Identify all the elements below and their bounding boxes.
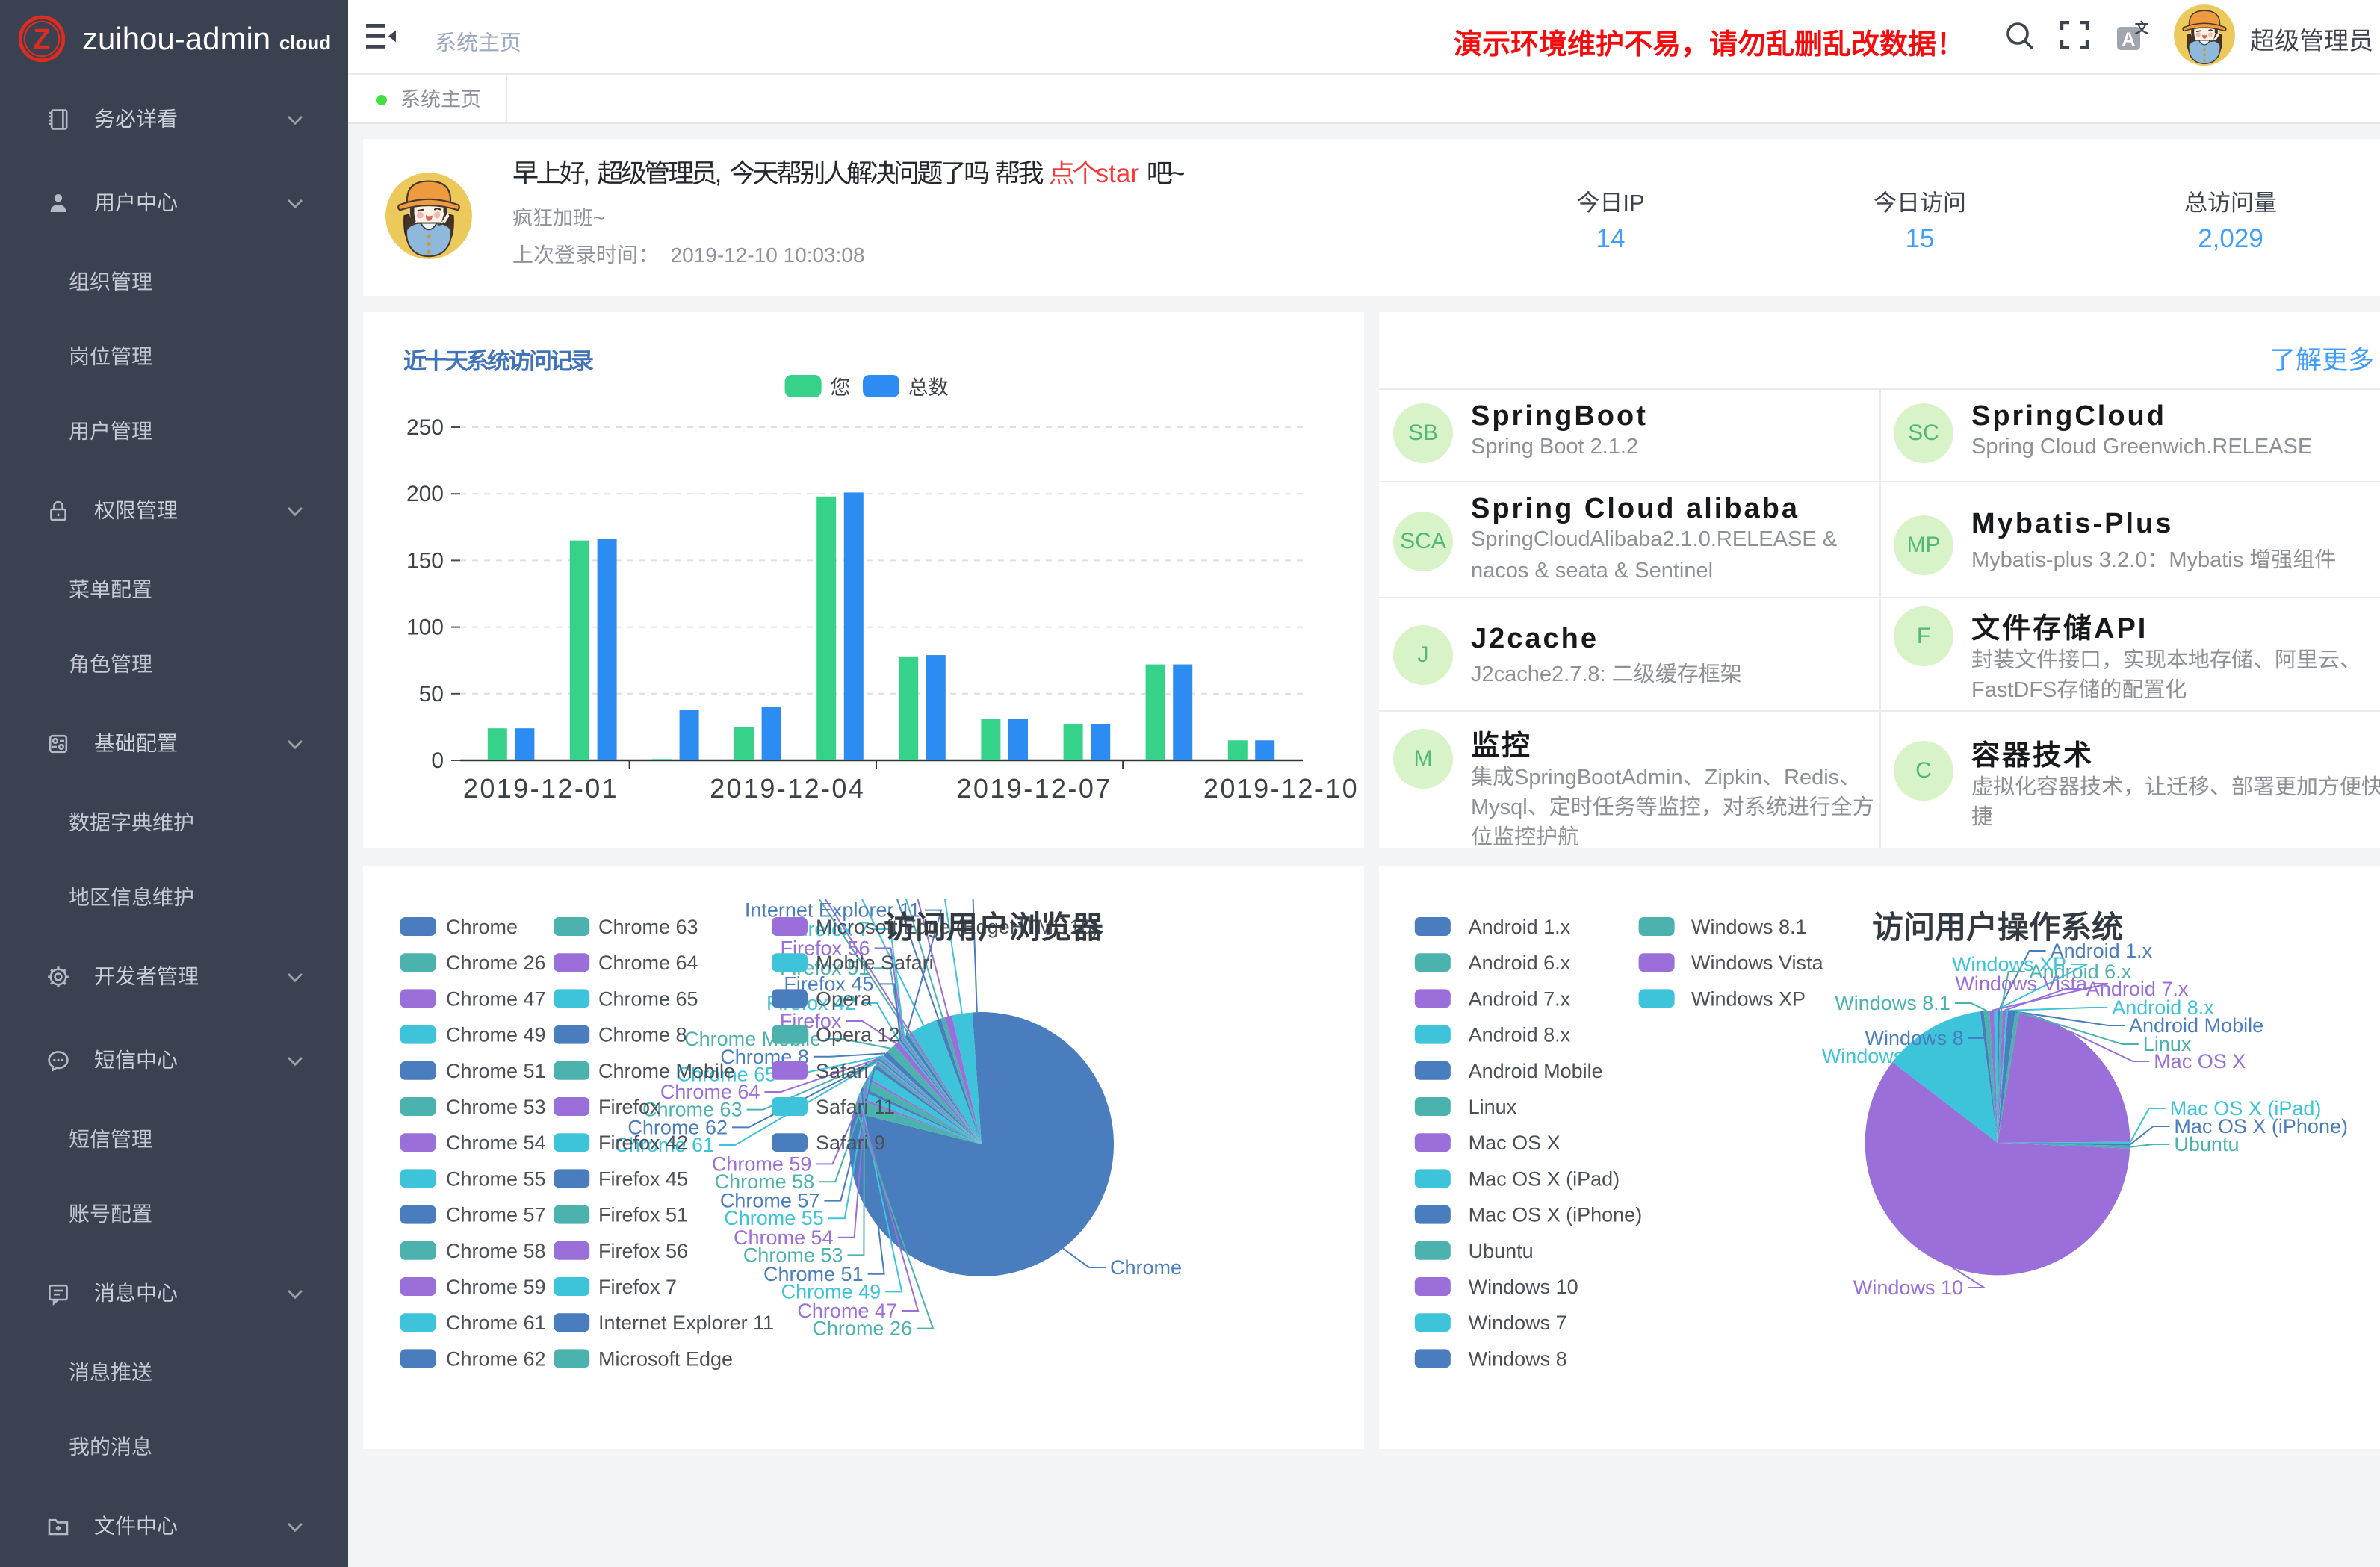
svg-text:Windows 8.1: Windows 8.1	[1691, 916, 1807, 938]
svg-text:Mac OS X (iPad): Mac OS X (iPad)	[1469, 1167, 1620, 1190]
svg-text:Safari 9: Safari 9	[816, 1132, 885, 1154]
svg-text:Safari: Safari	[816, 1060, 869, 1082]
svg-text:2019-12-07: 2019-12-07	[957, 773, 1112, 804]
svg-text:150: 150	[406, 548, 444, 573]
svg-text:Chrome 58: Chrome 58	[446, 1240, 546, 1262]
svg-text:Linux: Linux	[1469, 1096, 1517, 1118]
svg-text:Android 7.x: Android 7.x	[1469, 987, 1571, 1010]
svg-text:250: 250	[406, 415, 444, 440]
svg-text:Chrome 26: Chrome 26	[812, 1318, 912, 1340]
svg-text:Chrome 65: Chrome 65	[598, 987, 698, 1010]
svg-text:Windows 7: Windows 7	[1822, 1045, 1921, 1067]
svg-text:Firefox 51: Firefox 51	[598, 1204, 688, 1226]
svg-text:Chrome: Chrome	[1110, 1256, 1182, 1279]
svg-text:Chrome 51: Chrome 51	[446, 1060, 546, 1082]
svg-text:Firefox 45: Firefox 45	[598, 1167, 688, 1190]
svg-text:Chrome 63: Chrome 63	[598, 916, 698, 938]
svg-text:200: 200	[406, 482, 444, 506]
svg-text:2019-12-01: 2019-12-01	[463, 773, 619, 804]
svg-text:文: 文	[2135, 20, 2148, 37]
svg-text:Mac OS X: Mac OS X	[1469, 1132, 1561, 1154]
svg-text:总数: 总数	[908, 376, 949, 399]
svg-text:Safari 11: Safari 11	[816, 1096, 895, 1118]
svg-text:Windows XP: Windows XP	[1691, 987, 1806, 1010]
svg-text:A: A	[2122, 29, 2135, 50]
svg-text:Windows 7: Windows 7	[1469, 1312, 1567, 1334]
svg-text:Chrome 49: Chrome 49	[446, 1024, 546, 1046]
svg-text:2019-12-04: 2019-12-04	[710, 773, 865, 804]
svg-text:Windows 10: Windows 10	[1853, 1276, 1963, 1299]
svg-text:Opera: Opera	[816, 987, 873, 1010]
svg-text:您: 您	[830, 376, 850, 399]
svg-text:Windows Vista: Windows Vista	[1691, 952, 1824, 974]
svg-text:Firefox 7: Firefox 7	[598, 1276, 677, 1298]
svg-text:Chrome 47: Chrome 47	[446, 987, 546, 1010]
svg-text:Firefox 56: Firefox 56	[598, 1240, 688, 1262]
svg-text:Android 8.x: Android 8.x	[1469, 1024, 1571, 1046]
svg-text:Ubuntu: Ubuntu	[2174, 1133, 2239, 1155]
svg-text:Microsoft Edge: Microsoft Edge	[598, 1347, 733, 1370]
svg-text:Android Mobile: Android Mobile	[1469, 1060, 1603, 1082]
svg-text:Mac OS X: Mac OS X	[2154, 1050, 2246, 1073]
svg-text:Chrome 61: Chrome 61	[446, 1312, 546, 1334]
svg-text:Chrome 55: Chrome 55	[446, 1167, 546, 1190]
svg-text:2019-12-10: 2019-12-10	[1203, 773, 1359, 804]
svg-text:Mac OS X (iPhone): Mac OS X (iPhone)	[1469, 1204, 1643, 1226]
svg-text:100: 100	[406, 615, 444, 640]
svg-text:Chrome 54: Chrome 54	[446, 1132, 546, 1154]
svg-text:Chrome 62: Chrome 62	[446, 1347, 546, 1370]
svg-text:Windows 8: Windows 8	[1469, 1347, 1567, 1370]
svg-text:Windows 8.1: Windows 8.1	[1835, 992, 1950, 1014]
svg-text:Chrome 8: Chrome 8	[598, 1024, 687, 1046]
svg-text:Mobile Safari: Mobile Safari	[816, 952, 934, 974]
svg-text:Chrome 53: Chrome 53	[446, 1096, 546, 1118]
svg-text:Chrome 26: Chrome 26	[446, 952, 546, 974]
svg-text:50: 50	[419, 682, 444, 707]
svg-text:Chrome: Chrome	[446, 916, 518, 938]
svg-text:Firefox 42: Firefox 42	[598, 1132, 688, 1154]
svg-text:Windows Vista: Windows Vista	[1955, 972, 2088, 995]
svg-text:Chrome Mobile: Chrome Mobile	[598, 1060, 735, 1082]
svg-text:Ubuntu: Ubuntu	[1469, 1240, 1534, 1262]
svg-text:访问用户浏览器: 访问用户浏览器	[884, 910, 1104, 945]
svg-text:Android 6.x: Android 6.x	[1469, 952, 1571, 974]
svg-text:Opera 12: Opera 12	[816, 1024, 900, 1046]
svg-text:Chrome 64: Chrome 64	[598, 952, 698, 974]
svg-text:Windows 10: Windows 10	[1469, 1276, 1578, 1298]
svg-text:Internet Explorer 11: Internet Explorer 11	[598, 1312, 774, 1334]
svg-text:Android 1.x: Android 1.x	[1469, 916, 1571, 938]
svg-text:Chrome 57: Chrome 57	[446, 1204, 546, 1226]
svg-text:近十天系统访问记录: 近十天系统访问记录	[403, 348, 594, 374]
svg-text:访问用户操作系统: 访问用户操作系统	[1872, 910, 2123, 945]
svg-text:0: 0	[431, 748, 444, 773]
svg-text:Z: Z	[33, 24, 50, 55]
svg-text:Firefox: Firefox	[598, 1096, 660, 1118]
svg-text:Chrome 59: Chrome 59	[446, 1276, 546, 1298]
